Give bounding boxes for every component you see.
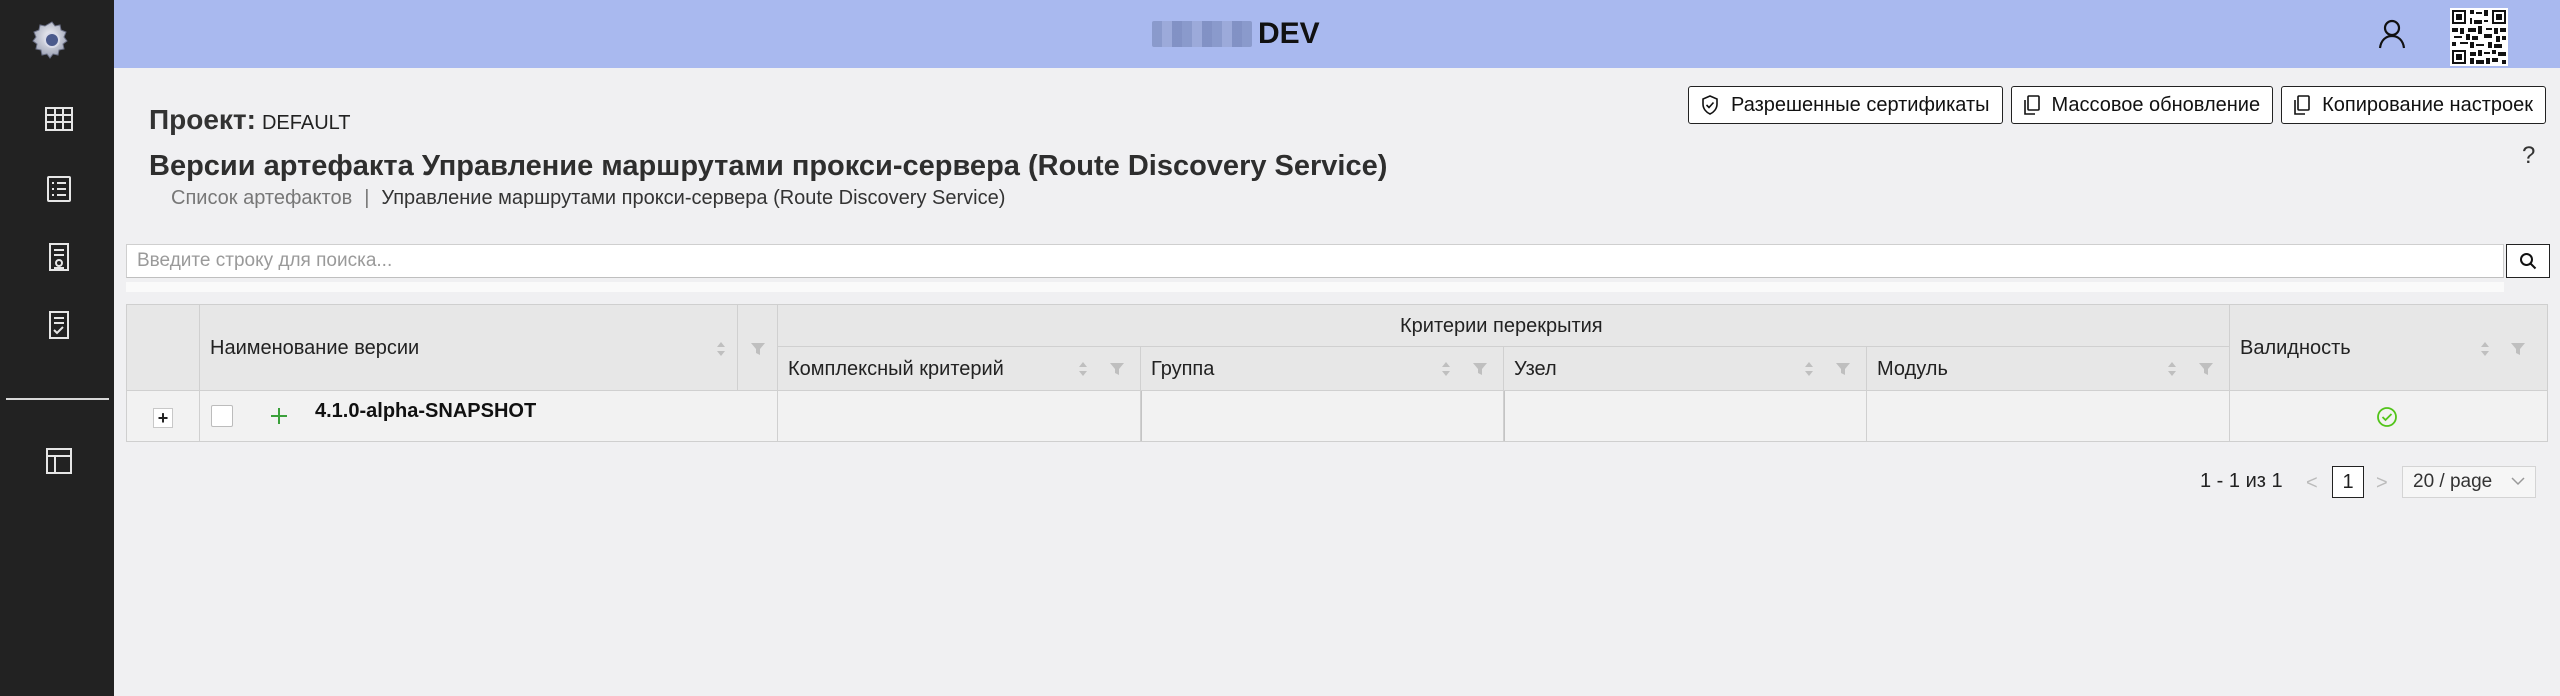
sidebar	[0, 0, 114, 696]
page-size-value: 20 / page	[2413, 471, 2493, 492]
sort-icon[interactable]	[1804, 359, 1814, 379]
column-group-overlap-criteria: Критерии перекрытия	[778, 305, 2230, 347]
breadcrumb-separator: |	[364, 187, 370, 209]
project-value: DEFAULT	[261, 112, 351, 134]
expand-row-button[interactable]: +	[153, 408, 173, 428]
pagination-range: 1 - 1 из 1	[2200, 470, 2283, 492]
filter-icon[interactable]	[1109, 361, 1125, 377]
top-bar: DEV	[114, 0, 2560, 68]
breadcrumb-root-link[interactable]: Список артефактов	[171, 187, 352, 209]
filter-icon[interactable]	[2198, 361, 2214, 377]
certificate-doc-icon[interactable]	[43, 241, 75, 273]
column-header-module[interactable]: Модуль	[1867, 347, 2230, 391]
copy-icon	[2023, 95, 2040, 115]
table-cell-validity	[2230, 391, 2547, 441]
column-header-node[interactable]: Узел	[1504, 347, 1867, 391]
allowed-certificates-label: Разрешенные сертификаты	[1731, 93, 1990, 116]
column-header-group[interactable]: Группа	[1141, 347, 1504, 391]
project-heading: Проект: DEFAULT	[149, 104, 351, 136]
table-row-expand-cell: +	[127, 391, 200, 441]
column-header-complex-criterion[interactable]: Комплексный критерий	[778, 347, 1141, 391]
help-icon[interactable]: ?	[2522, 142, 2535, 170]
table-cell-group	[1141, 391, 1504, 441]
expand-column-header	[127, 305, 200, 391]
bulk-update-label: Массовое обновление	[2051, 93, 2261, 116]
list-icon[interactable]	[43, 173, 75, 205]
add-icon[interactable]	[270, 407, 288, 425]
column-label-node: Узел	[1514, 358, 1557, 380]
column-header-validity[interactable]: Валидность	[2230, 305, 2547, 391]
pagination-page-1[interactable]: 1	[2332, 466, 2364, 498]
column-label-complex: Комплексный критерий	[788, 358, 1004, 380]
environment-title: DEV	[1152, 17, 1320, 50]
search-button[interactable]	[2506, 244, 2550, 278]
pagination-next-icon[interactable]: >	[2376, 472, 2388, 495]
sort-icon[interactable]	[1441, 359, 1451, 379]
redacted-logo	[1152, 21, 1252, 47]
filter-icon[interactable]	[2510, 341, 2526, 357]
table-row-version-cell: 4.1.0-alpha-SNAPSHOT	[200, 391, 813, 441]
page-size-select[interactable]: 20 / page	[2402, 466, 2536, 498]
table-cell-module	[1867, 391, 2230, 441]
shield-check-icon	[1702, 95, 1718, 115]
valid-check-icon	[2377, 407, 2397, 427]
filter-icon[interactable]	[750, 341, 766, 357]
column-label-version-name: Наименование версии	[210, 337, 420, 359]
chevron-down-icon	[2511, 477, 2525, 486]
column-header-version-name[interactable]: Наименование версии	[200, 305, 832, 391]
sort-icon[interactable]	[2167, 359, 2177, 379]
allowed-certificates-button[interactable]: Разрешенные сертификаты	[1688, 86, 2003, 124]
copy-settings-label: Копирование настроек	[2322, 93, 2533, 116]
bulk-update-button[interactable]: Массовое обновление	[2010, 86, 2274, 124]
copy-settings-button[interactable]: Копирование настроек	[2281, 86, 2546, 124]
search-input[interactable]	[127, 245, 2503, 277]
search-underline	[126, 282, 2504, 292]
project-label: Проект:	[149, 104, 256, 135]
filter-icon[interactable]	[1472, 361, 1488, 377]
copy-icon	[2294, 95, 2310, 115]
pagination-prev-icon[interactable]: <	[2306, 472, 2318, 495]
gear-logo-icon[interactable]	[31, 19, 73, 61]
sort-icon[interactable]	[1078, 359, 1088, 379]
table-icon[interactable]	[43, 103, 75, 135]
versions-table: Наименование версии Критерии перекрытия …	[126, 304, 2548, 442]
column-label-group: Группа	[1151, 358, 1215, 380]
environment-label: DEV	[1258, 17, 1320, 50]
qr-code-icon[interactable]	[2450, 8, 2508, 66]
row-checkbox[interactable]	[211, 405, 233, 427]
action-buttons: Разрешенные сертификаты Массовое обновле…	[1688, 86, 2546, 124]
column-label-module: Модуль	[1877, 358, 1948, 380]
breadcrumb: Список артефактов | Управление маршрутами …	[171, 187, 1005, 210]
search-field	[126, 244, 2504, 278]
breadcrumb-current: Управление маршрутами прокси-сервера (Ro…	[381, 187, 1006, 209]
column-group-label: Критерии перекрытия	[1400, 315, 1603, 337]
table-cell-node	[1504, 391, 1867, 441]
checklist-doc-icon[interactable]	[43, 309, 75, 341]
search-icon	[2520, 253, 2537, 270]
version-name[interactable]: 4.1.0-alpha-SNAPSHOT	[315, 400, 536, 423]
column-label-validity: Валидность	[2240, 337, 2351, 359]
column-header-name-filter	[717, 305, 778, 391]
pagination: 1 - 1 из 1 < 1 > 20 / page	[0, 466, 2560, 498]
sort-icon[interactable]	[2480, 339, 2490, 359]
sort-icon[interactable]	[716, 339, 726, 359]
sidebar-divider	[6, 398, 109, 400]
page-title: Версии артефакта Управление маршрутами п…	[149, 150, 1388, 182]
filter-icon[interactable]	[1835, 361, 1851, 377]
user-icon[interactable]	[2376, 18, 2408, 50]
table-cell-complex	[778, 391, 1141, 441]
